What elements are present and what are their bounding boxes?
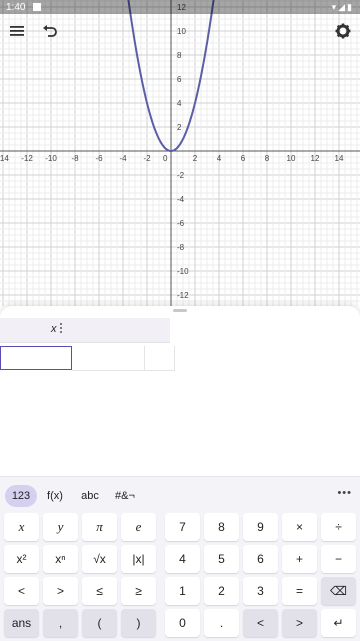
math-keyboard: 123 f(x) abc #&¬ ••• x y π e 7 8 9 × ÷ x² xⁿ √x |x| 4… <box>0 476 360 641</box>
status-icons: ▾◢▮ <box>331 2 354 12</box>
status-time: 1:40 <box>6 2 26 13</box>
y-tick-label: -6 <box>177 219 185 228</box>
key-greater-equal[interactable]: ≥ <box>121 577 156 605</box>
y-tick-label: -4 <box>177 195 185 204</box>
tab-functions[interactable]: f(x) <box>42 485 68 507</box>
key-ans[interactable]: ans <box>4 609 39 637</box>
graph-view[interactable]: -14-12-10-8-6-4-2246810121412108642-2-4-… <box>0 0 360 306</box>
drag-handle[interactable] <box>173 309 187 312</box>
y-tick-label: -12 <box>177 291 189 300</box>
table-cell-selected[interactable] <box>0 346 72 370</box>
x-tick-label: 2 <box>193 154 198 163</box>
undo-icon <box>43 25 57 37</box>
x-tick-label: 4 <box>217 154 222 163</box>
x-tick-label: 10 <box>287 154 296 163</box>
column-options-icon[interactable] <box>59 322 63 336</box>
x-tick-label: 12 <box>311 154 320 163</box>
tab-symbols[interactable]: #&¬ <box>112 485 138 507</box>
column-header-x: x <box>51 323 57 335</box>
key-6[interactable]: 6 <box>243 545 278 573</box>
y-tick-label: -8 <box>177 243 185 252</box>
key-decimal[interactable]: . <box>204 609 239 637</box>
key-1[interactable]: 1 <box>165 577 200 605</box>
x-tick-label: -12 <box>21 154 33 163</box>
status-bar: 1:40 ▾◢▮ <box>0 0 360 14</box>
settings-button[interactable] <box>331 19 355 43</box>
key-backspace[interactable]: ⌫ <box>321 577 356 605</box>
x-tick-label: -4 <box>119 154 127 163</box>
key-power[interactable]: xⁿ <box>43 545 78 573</box>
key-0[interactable]: 0 <box>165 609 200 637</box>
x-tick-label: -8 <box>71 154 79 163</box>
key-sqrt[interactable]: √x <box>82 545 117 573</box>
key-less-equal[interactable]: ≤ <box>82 577 117 605</box>
key-square[interactable]: x² <box>4 545 39 573</box>
x-tick-label: 8 <box>265 154 270 163</box>
y-tick-label: 4 <box>177 99 182 108</box>
key-less-than[interactable]: < <box>4 577 39 605</box>
key-comma[interactable]: , <box>43 609 78 637</box>
y-tick-label: 2 <box>177 123 182 132</box>
key-enter[interactable]: ↵ <box>321 609 356 637</box>
y-tick-label: 10 <box>177 27 186 36</box>
key-2[interactable]: 2 <box>204 577 239 605</box>
y-tick-label: 6 <box>177 75 182 84</box>
hamburger-menu-icon <box>10 26 24 36</box>
key-left-arrow[interactable]: < <box>243 609 278 637</box>
graph-canvas[interactable]: -14-12-10-8-6-4-2246810121412108642-2-4-… <box>0 0 360 306</box>
y-tick-label: 8 <box>177 51 182 60</box>
table-cell[interactable] <box>72 346 145 371</box>
key-5[interactable]: 5 <box>204 545 239 573</box>
undo-button[interactable] <box>38 19 62 43</box>
table-header: x <box>0 318 170 343</box>
gear-icon <box>335 23 351 39</box>
key-pi[interactable]: π <box>82 513 117 541</box>
key-greater-than[interactable]: > <box>43 577 78 605</box>
key-9[interactable]: 9 <box>243 513 278 541</box>
x-tick-label: -14 <box>0 154 9 163</box>
key-minus[interactable]: − <box>321 545 356 573</box>
table-panel: x <box>0 306 360 476</box>
x-tick-label: -6 <box>95 154 103 163</box>
key-right-arrow[interactable]: > <box>282 609 317 637</box>
x-tick-label: -2 <box>143 154 151 163</box>
key-multiply[interactable]: × <box>282 513 317 541</box>
y-tick-label: -2 <box>177 171 185 180</box>
menu-button[interactable] <box>5 19 29 43</box>
x-tick-label: 14 <box>335 154 344 163</box>
key-4[interactable]: 4 <box>165 545 200 573</box>
key-3[interactable]: 3 <box>243 577 278 605</box>
x-tick-label: 6 <box>241 154 246 163</box>
tab-abc[interactable]: abc <box>76 485 104 507</box>
key-equals[interactable]: = <box>282 577 317 605</box>
more-options-icon[interactable]: ••• <box>337 487 352 499</box>
key-plus[interactable]: + <box>282 545 317 573</box>
key-e[interactable]: e <box>121 513 156 541</box>
key-8[interactable]: 8 <box>204 513 239 541</box>
tab-123[interactable]: 123 <box>5 485 37 507</box>
key-x[interactable]: x <box>4 513 39 541</box>
notification-icon <box>33 3 41 11</box>
origin-label: 0 <box>163 154 168 163</box>
key-abs[interactable]: |x| <box>121 545 156 573</box>
x-tick-label: -10 <box>45 154 57 163</box>
key-y[interactable]: y <box>43 513 78 541</box>
key-divide[interactable]: ÷ <box>321 513 356 541</box>
y-tick-label: -10 <box>177 267 189 276</box>
key-right-paren[interactable]: ) <box>121 609 156 637</box>
key-left-paren[interactable]: ( <box>82 609 117 637</box>
table-cell[interactable] <box>144 346 175 371</box>
key-7[interactable]: 7 <box>165 513 200 541</box>
